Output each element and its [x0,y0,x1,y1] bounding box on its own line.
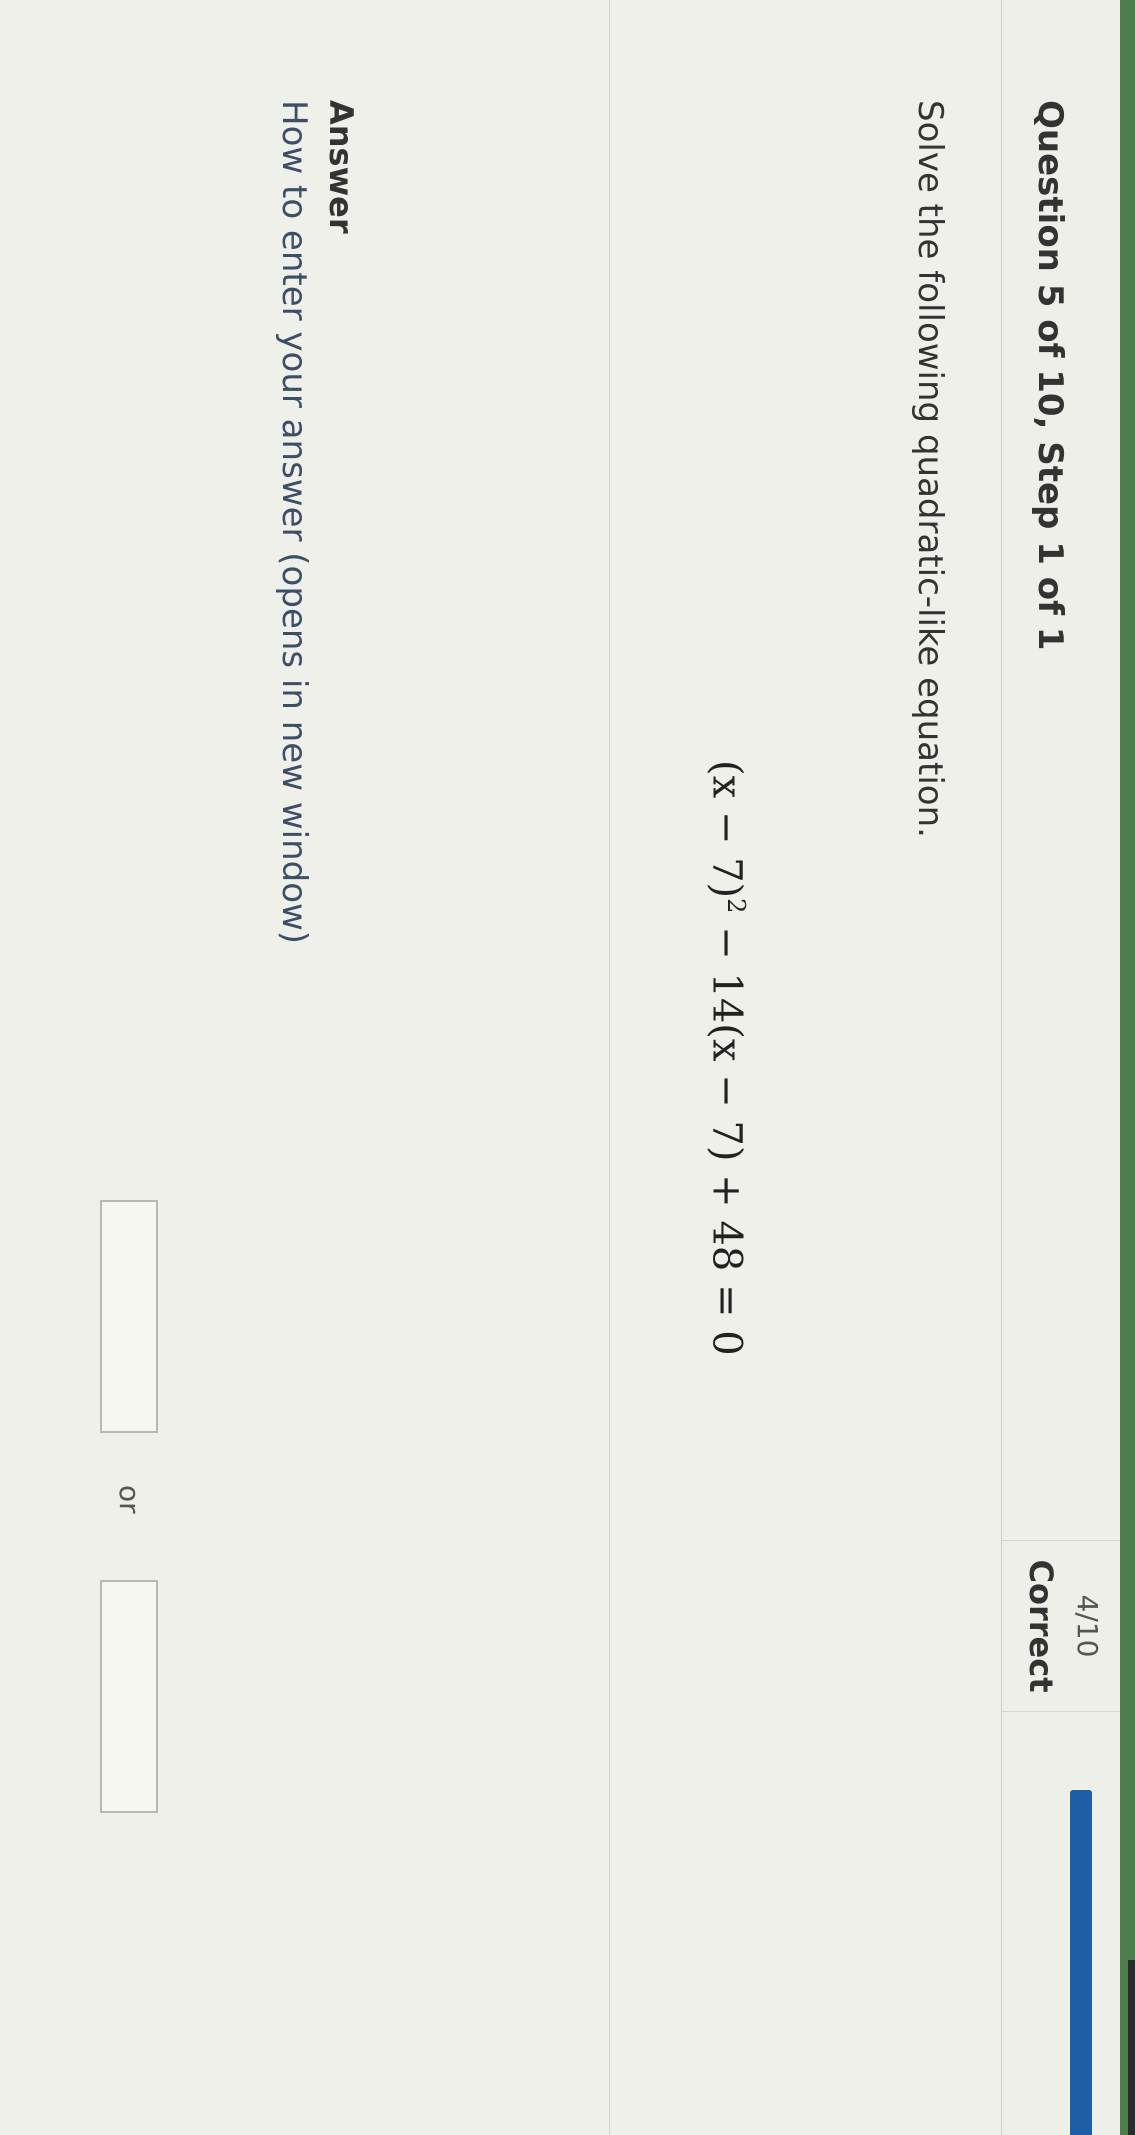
page-border-strip [1120,0,1135,2135]
score-box: 4/10 Correct [1002,1540,1120,1712]
question-title: Question 5 of 10, Step 1 of 1 [1030,100,1070,651]
question-panel: Question 5 of 10, Step 1 of 1 4/10 Corre… [0,0,1120,2135]
answer-input-2[interactable] [100,1580,158,1813]
progress-bar [1070,1790,1092,2135]
score-fraction: 4/10 [1071,1594,1104,1658]
question-prompt: Solve the following quadratic-like equat… [910,100,950,838]
question-header: Question 5 of 10, Step 1 of 1 4/10 Corre… [1001,0,1120,2135]
equation-part-2: − 14(x − 7) + 48 = 0 [703,913,750,1356]
equation: (x − 7)2 − 14(x − 7) + 48 = 0 [704,760,750,1356]
answer-label: Answer [322,100,360,234]
score-label: Correct [1022,1559,1060,1693]
or-separator: or [113,1485,146,1514]
bezel-corner [1128,1960,1135,2135]
answer-input-1[interactable] [100,1200,158,1433]
how-to-enter-answer-link[interactable]: How to enter your answer (opens in new w… [274,100,314,944]
equation-part-1: (x − 7) [703,760,750,899]
equation-exponent: 2 [722,898,750,914]
section-divider [609,0,610,2135]
question-screen: Question 5 of 10, Step 1 of 1 4/10 Corre… [0,0,1120,2135]
screen-viewport: Question 5 of 10, Step 1 of 1 4/10 Corre… [0,0,1120,2135]
